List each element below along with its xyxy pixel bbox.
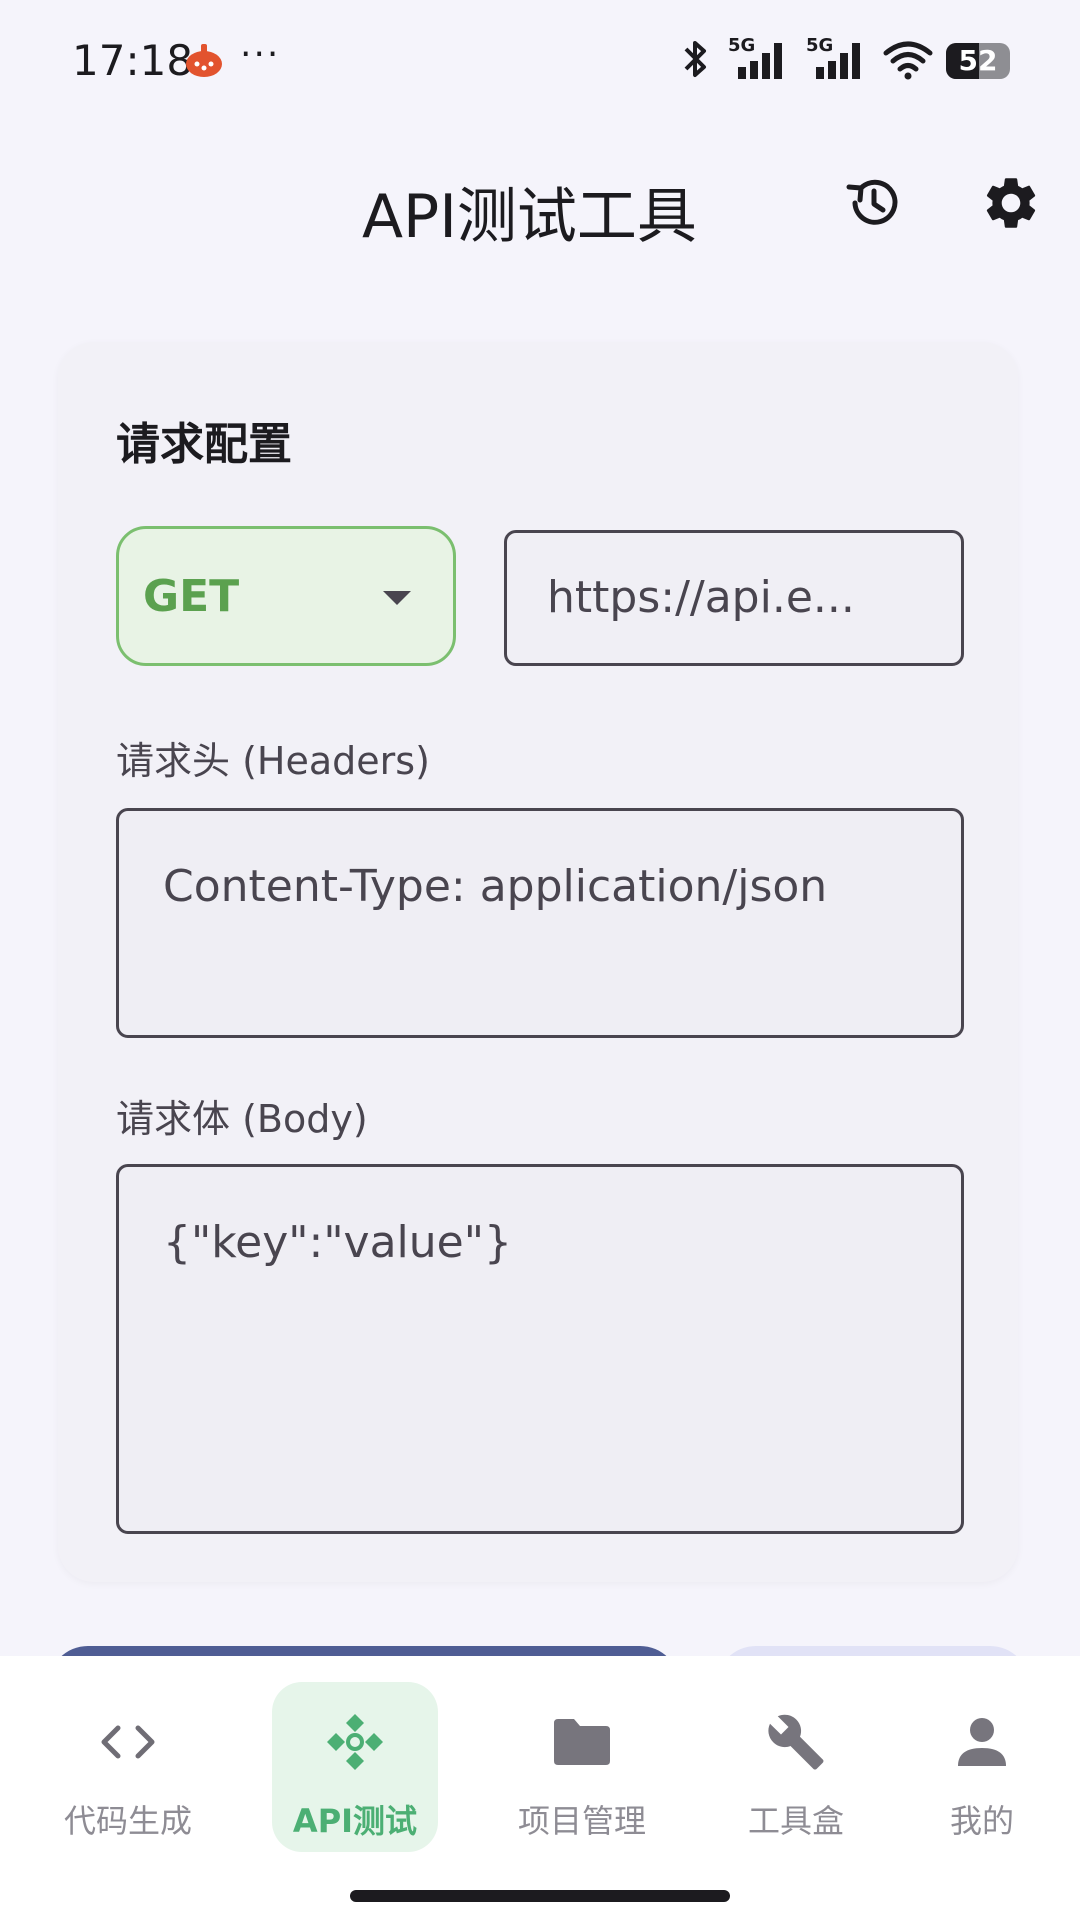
wrench-icon bbox=[764, 1710, 828, 1774]
folder-icon bbox=[550, 1710, 614, 1774]
gear-icon bbox=[986, 178, 1036, 228]
nav-label-profile: 我的 bbox=[949, 1802, 1014, 1840]
method-dropdown[interactable]: GET bbox=[116, 526, 456, 666]
nav-item-toolbox[interactable]: 工具盒 bbox=[706, 1682, 886, 1852]
wifi-icon bbox=[882, 37, 934, 85]
nav-label-project-management: 项目管理 bbox=[517, 1802, 646, 1840]
settings-button[interactable] bbox=[966, 158, 1056, 248]
bluetooth-icon bbox=[678, 37, 714, 85]
network-label-2: 5G bbox=[806, 35, 833, 56]
headers-label: 请求头 (Headers) bbox=[116, 739, 430, 783]
status-bar: 17:18 ··· 5G 5G 52 bbox=[0, 0, 1080, 120]
notification-app-icon bbox=[184, 40, 224, 80]
signal-5g-icon-2: 5G bbox=[804, 35, 870, 87]
page-title: API测试工具 bbox=[362, 182, 697, 252]
headers-input[interactable]: Content-Type: application/json bbox=[116, 808, 964, 1038]
app-bar: API测试工具 bbox=[0, 140, 1080, 270]
battery-level: 52 bbox=[958, 44, 998, 77]
body-input[interactable]: {"key":"value"} bbox=[116, 1164, 964, 1534]
nav-label-code-generation: 代码生成 bbox=[63, 1802, 192, 1840]
nav-label-toolbox: 工具盒 bbox=[747, 1802, 844, 1840]
request-config-title: 请求配置 bbox=[116, 419, 292, 470]
person-icon bbox=[950, 1710, 1014, 1774]
dropdown-arrow-icon bbox=[383, 591, 411, 605]
signal-5g-icon-1: 5G bbox=[726, 35, 792, 87]
nav-item-api-test[interactable]: API测试 bbox=[265, 1682, 445, 1852]
status-indicators: 5G 5G 52 bbox=[678, 35, 1010, 87]
code-icon bbox=[96, 1710, 160, 1774]
api-icon bbox=[323, 1710, 387, 1774]
bottom-navigation: 代码生成 API测试 项目管理 工具盒 我的 bbox=[0, 1656, 1080, 1920]
url-input[interactable]: https://api.e... bbox=[504, 530, 964, 666]
nav-item-profile[interactable]: 我的 bbox=[892, 1682, 1072, 1852]
nav-item-code-generation[interactable]: 代码生成 bbox=[38, 1682, 218, 1852]
history-icon bbox=[846, 179, 898, 225]
method-value: GET bbox=[143, 571, 240, 622]
history-button[interactable] bbox=[828, 158, 918, 248]
home-indicator[interactable] bbox=[350, 1890, 730, 1902]
network-label-1: 5G bbox=[728, 35, 755, 56]
battery-icon: 52 bbox=[946, 43, 1010, 79]
status-time: 17:18 bbox=[72, 36, 194, 85]
more-notifications-icon: ··· bbox=[240, 34, 281, 75]
nav-label-api-test: API测试 bbox=[292, 1802, 418, 1840]
body-label: 请求体 (Body) bbox=[116, 1097, 368, 1141]
request-config-card: 请求配置 GET https://api.e... 请求头 (Headers) … bbox=[58, 342, 1018, 1582]
nav-item-project-management[interactable]: 项目管理 bbox=[492, 1682, 672, 1852]
